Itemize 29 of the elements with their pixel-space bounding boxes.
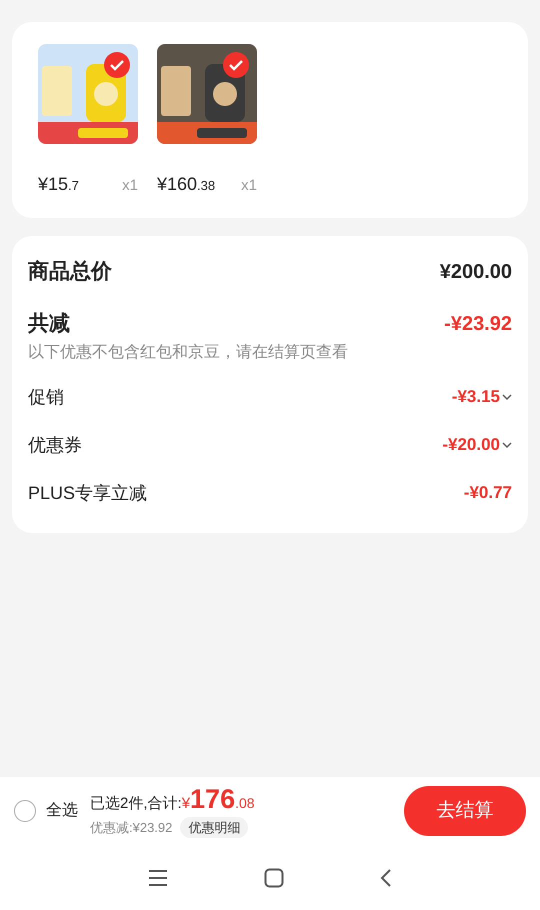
total-price: ¥176.08 <box>182 784 255 816</box>
check-icon <box>229 59 243 71</box>
discount-label: 优惠券 <box>28 434 82 456</box>
checkout-button[interactable]: 去结算 <box>404 786 526 836</box>
price: ¥15.7 <box>38 173 79 196</box>
select-all-radio[interactable] <box>14 800 36 822</box>
discount-value: -¥0.77 <box>464 482 512 504</box>
total-value: ¥200.00 <box>440 260 512 285</box>
reduction-label: 共减 <box>28 311 70 338</box>
chevron-down-icon[interactable] <box>502 394 512 400</box>
quantity: x1 <box>241 176 257 196</box>
discount-value: -¥20.00 <box>442 434 500 456</box>
reduction-note: 以下优惠不包含红包和京豆，请在结算页查看 <box>28 342 349 363</box>
selected-count: 已选2件,合计: <box>90 794 182 814</box>
price: ¥160.38 <box>157 173 216 196</box>
discount-label: 促销 <box>28 386 64 408</box>
select-all-label[interactable]: 全选 <box>46 799 78 823</box>
discount-detail-button[interactable]: 优惠明细 <box>180 816 248 838</box>
discount-amount: 优惠减:¥23.92 <box>90 818 172 837</box>
home-icon[interactable] <box>264 868 284 888</box>
discount-label: PLUS专享立减 <box>28 482 148 504</box>
discount-value: -¥3.15 <box>452 386 500 408</box>
menu-icon[interactable] <box>148 868 168 886</box>
back-icon[interactable] <box>380 868 392 888</box>
quantity: x1 <box>122 176 138 196</box>
chevron-down-icon[interactable] <box>502 442 512 448</box>
reduction-value: -¥23.92 <box>444 312 512 337</box>
check-icon <box>110 59 124 71</box>
total-label: 商品总价 <box>28 258 112 286</box>
